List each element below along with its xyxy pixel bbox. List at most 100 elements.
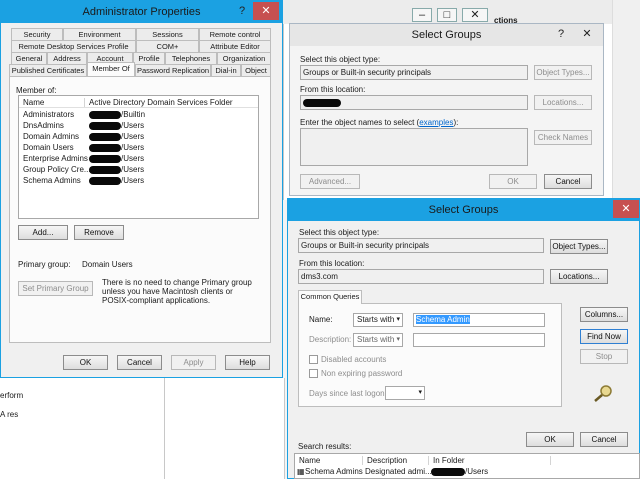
tab-telephones[interactable]: Telephones bbox=[165, 52, 217, 64]
non-expiring-checkbox[interactable] bbox=[309, 369, 318, 378]
back-object-types-button[interactable]: Object Types... bbox=[534, 65, 592, 80]
back-close-button[interactable]: ✕ bbox=[574, 25, 600, 43]
tab-com-plus[interactable]: COM+ bbox=[136, 40, 199, 52]
results-header-name[interactable]: Name bbox=[297, 456, 363, 465]
days-since-label: Days since last logon: bbox=[309, 389, 387, 398]
list-item[interactable]: Group Policy Cre... /Users bbox=[23, 165, 253, 174]
tab-attribute-editor[interactable]: Attribute Editor bbox=[199, 40, 271, 52]
admin-titlebar: Administrator Properties ? ✕ bbox=[1, 1, 282, 23]
tab-security[interactable]: Security bbox=[11, 28, 63, 40]
object-type-label: Select this object type: bbox=[299, 228, 380, 237]
non-expiring-label: Non expiring password bbox=[321, 369, 403, 378]
front-close-button[interactable]: ✕ bbox=[613, 200, 639, 218]
back-ok-button[interactable]: OK bbox=[489, 174, 537, 189]
disabled-accounts-label: Disabled accounts bbox=[321, 355, 387, 364]
admin-close-button[interactable]: ✕ bbox=[253, 2, 279, 20]
description-input[interactable] bbox=[413, 333, 545, 347]
list-item[interactable]: Schema Admins/Users bbox=[23, 176, 253, 185]
list-item[interactable]: DnsAdmins/Users bbox=[23, 121, 253, 130]
list-item[interactable]: Domain Users/Users bbox=[23, 143, 253, 152]
member-of-list[interactable]: Name Active Directory Domain Services Fo… bbox=[18, 95, 259, 219]
member-name: Schema Admins bbox=[23, 176, 81, 185]
member-name: Enterprise Admins bbox=[23, 154, 88, 163]
redacted-text bbox=[89, 176, 121, 185]
tab-published-certificates[interactable]: Published Certificates bbox=[9, 64, 87, 76]
administrator-properties-window: Administrator Properties ? ✕ Security En… bbox=[0, 0, 283, 378]
tab-common-queries[interactable]: Common Queries bbox=[298, 290, 362, 304]
add-button[interactable]: Add... bbox=[18, 225, 68, 240]
member-folder: /Users bbox=[121, 176, 145, 185]
member-folder: /Users bbox=[121, 165, 145, 174]
bg-maximize-button[interactable]: □ bbox=[437, 8, 457, 22]
bg-close-button[interactable]: ✕ bbox=[462, 8, 488, 22]
columns-button[interactable]: Columns... bbox=[580, 307, 628, 322]
ok-button[interactable]: OK bbox=[63, 355, 108, 370]
tab-remote-desktop-services-profile[interactable]: Remote Desktop Services Profile bbox=[11, 40, 136, 52]
object-type-field: Groups or Built-in security principals bbox=[298, 238, 544, 253]
background-window-left bbox=[0, 378, 165, 479]
days-since-select[interactable]: ▾ bbox=[385, 386, 425, 400]
name-label: Name: bbox=[309, 315, 333, 324]
back-advanced-button[interactable]: Advanced... bbox=[300, 174, 360, 189]
select-groups-back-titlebar: Select Groups ? ✕ bbox=[290, 24, 603, 46]
tab-address[interactable]: Address bbox=[47, 52, 87, 64]
back-location-field bbox=[300, 95, 528, 110]
search-results-list[interactable]: Name Description In Folder ▦Schema Admin… bbox=[294, 453, 640, 479]
back-examples-link[interactable]: examples bbox=[419, 118, 453, 127]
back-check-names-button[interactable]: Check Names bbox=[534, 130, 592, 145]
tab-dial-in[interactable]: Dial-in bbox=[211, 64, 241, 76]
tab-object[interactable]: Object bbox=[241, 64, 271, 76]
redacted-text bbox=[431, 467, 465, 476]
description-mode-select[interactable]: Starts with ▾ bbox=[353, 333, 403, 347]
member-name: DnsAdmins bbox=[23, 121, 64, 130]
back-object-type-label: Select this object type: bbox=[300, 55, 381, 64]
tab-profile[interactable]: Profile bbox=[133, 52, 165, 64]
find-now-button[interactable]: Find Now bbox=[580, 329, 628, 344]
admin-help-button[interactable]: ? bbox=[229, 2, 255, 20]
table-row[interactable]: ▦Schema Admins Designated admi... /Users bbox=[297, 467, 488, 476]
bg-text-fragment: erform bbox=[0, 391, 24, 400]
back-cancel-button[interactable]: Cancel bbox=[544, 174, 592, 189]
result-folder: /Users bbox=[465, 467, 489, 476]
results-header-folder[interactable]: In Folder bbox=[431, 456, 551, 465]
tab-member-of[interactable]: Member Of bbox=[87, 62, 135, 76]
name-mode-select[interactable]: Starts with ▾ bbox=[353, 313, 403, 327]
back-names-textarea[interactable] bbox=[300, 128, 528, 166]
cancel-button[interactable]: Cancel bbox=[580, 432, 628, 447]
list-item[interactable]: Administrators/Builtin bbox=[23, 110, 253, 119]
results-header-description[interactable]: Description bbox=[365, 456, 429, 465]
result-description: Designated admi... bbox=[365, 467, 432, 476]
back-help-button[interactable]: ? bbox=[548, 25, 574, 43]
tab-password-replication[interactable]: Password Replication bbox=[135, 64, 211, 76]
primary-group-label: Primary group: bbox=[18, 260, 71, 269]
tab-general[interactable]: General bbox=[11, 52, 47, 64]
stop-button[interactable]: Stop bbox=[580, 349, 628, 364]
column-header-folder[interactable]: Active Directory Domain Services Folder bbox=[87, 98, 257, 107]
chevron-down-icon: ▾ bbox=[418, 389, 422, 396]
bg-minimize-button[interactable]: – bbox=[412, 8, 432, 22]
select-groups-back-window: Select Groups ? ✕ Select this object typ… bbox=[289, 23, 604, 196]
set-primary-group-button[interactable]: Set Primary Group bbox=[18, 281, 93, 296]
apply-button[interactable]: Apply bbox=[171, 355, 216, 370]
tab-remote-control[interactable]: Remote control bbox=[199, 28, 271, 40]
tab-environment[interactable]: Environment bbox=[63, 28, 136, 40]
disabled-accounts-checkbox[interactable] bbox=[309, 355, 318, 364]
member-folder: /Users bbox=[121, 132, 145, 141]
remove-button[interactable]: Remove bbox=[74, 225, 124, 240]
tab-sessions[interactable]: Sessions bbox=[136, 28, 199, 40]
list-item[interactable]: Enterprise Admins/Users bbox=[23, 154, 253, 163]
cancel-button[interactable]: Cancel bbox=[117, 355, 162, 370]
tab-organization[interactable]: Organization bbox=[217, 52, 271, 64]
help-button[interactable]: Help bbox=[225, 355, 270, 370]
locations-button[interactable]: Locations... bbox=[550, 269, 608, 284]
redacted-text bbox=[89, 121, 121, 130]
column-header-name[interactable]: Name bbox=[21, 98, 85, 107]
common-queries-panel: Name: Starts with ▾ Schema Admin Descript… bbox=[298, 303, 562, 407]
ok-button[interactable]: OK bbox=[526, 432, 574, 447]
bg-scrollbar[interactable] bbox=[612, 0, 640, 200]
name-input[interactable]: Schema Admin bbox=[413, 313, 545, 327]
member-name: Administrators bbox=[23, 110, 75, 119]
object-types-button[interactable]: Object Types... bbox=[550, 239, 608, 254]
back-locations-button[interactable]: Locations... bbox=[534, 95, 592, 110]
list-item[interactable]: Domain Admins/Users bbox=[23, 132, 253, 141]
